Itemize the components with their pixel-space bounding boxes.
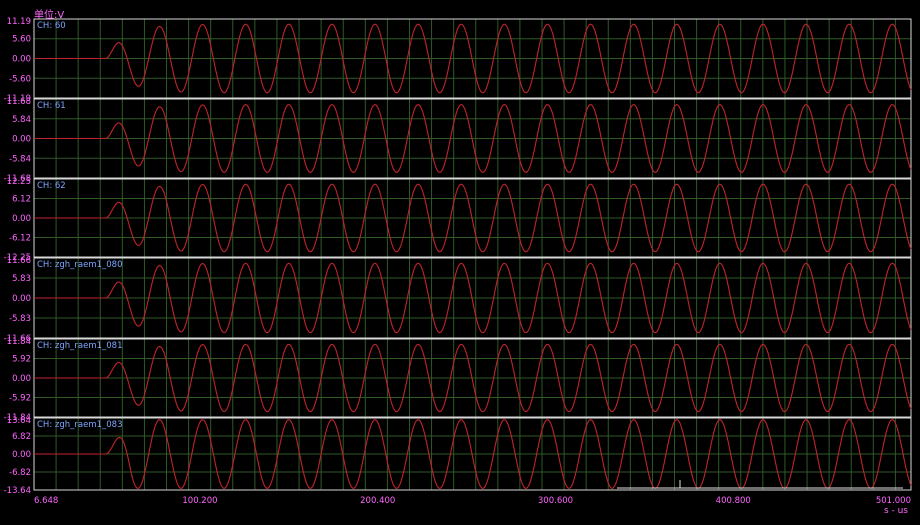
channel-panel[interactable]: 11.845.920.00-5.92-11.84CH: zgh_raem1_08… xyxy=(4,337,912,423)
x-tick-label: 200.400 xyxy=(360,496,395,506)
x-tick-label: 400.800 xyxy=(716,496,751,506)
y-tick-label: 0.00 xyxy=(12,55,31,65)
x-tick-label: 100.200 xyxy=(182,496,217,506)
channel-panel[interactable]: 12.256.120.00-6.12-12.25CH: 62 xyxy=(4,177,912,263)
channel-label: CH: zgh_raem1_080 xyxy=(37,260,122,270)
y-tick-label: 11.19 xyxy=(7,17,31,27)
channel-panel[interactable]: 11.685.840.00-5.84-11.68CH: 61 xyxy=(4,97,912,184)
x-tick-label: 300.600 xyxy=(538,496,573,506)
y-tick-label: 0.00 xyxy=(12,294,31,304)
y-tick-label: 11.66 xyxy=(7,256,31,266)
channel-label: CH: 60 xyxy=(37,21,66,31)
y-tick-label: 0.00 xyxy=(12,214,31,224)
y-tick-label: 5.92 xyxy=(12,355,31,365)
y-tick-label: 5.60 xyxy=(12,35,31,45)
x-axis-unit-label: s - us xyxy=(883,506,908,516)
waveform-plots[interactable]: 11.195.600.00-5.60-11.19CH: 6011.685.840… xyxy=(0,0,920,525)
y-tick-label: -13.64 xyxy=(4,486,31,496)
y-tick-label: 12.25 xyxy=(7,177,31,187)
y-tick-label: 13.64 xyxy=(7,416,31,426)
y-tick-label: 0.00 xyxy=(12,450,31,460)
y-tick-label: -5.83 xyxy=(9,314,31,324)
y-tick-label: 6.12 xyxy=(12,195,31,205)
channel-label: CH: 62 xyxy=(37,181,66,191)
channel-label: CH: 61 xyxy=(37,101,66,111)
y-tick-label: 6.82 xyxy=(12,432,31,442)
channel-label: CH: zgh_raem1_081 xyxy=(37,341,122,351)
x-tick-label: 6.648 xyxy=(34,496,58,506)
y-tick-label: 11.84 xyxy=(7,337,31,347)
y-tick-label: -5.84 xyxy=(9,154,31,164)
y-tick-label: 0.00 xyxy=(12,135,31,145)
channel-panel[interactable]: 13.64 6.82 0.00 -6.82 -13.64 CH: zgh_raem1_08… xyxy=(4,416,912,496)
x-tick-label: 501.000 xyxy=(876,496,911,506)
channel-panel[interactable]: 11.665.830.00-5.83-11.66CH: zgh_raem1_08… xyxy=(4,256,912,344)
y-tick-label: -5.92 xyxy=(9,394,31,404)
y-tick-label: 5.84 xyxy=(12,115,31,125)
y-tick-label: -6.12 xyxy=(9,233,31,243)
y-tick-label: 0.00 xyxy=(12,374,31,384)
channel-panel[interactable]: 11.195.600.00-5.60-11.19CH: 60 xyxy=(4,17,912,104)
y-tick-label: -6.82 xyxy=(9,468,31,478)
channel-label: CH: zgh_raem1_083 xyxy=(37,420,122,430)
y-tick-label: 5.83 xyxy=(12,274,31,284)
y-tick-label: -5.60 xyxy=(9,74,31,84)
y-tick-label: 11.68 xyxy=(7,97,31,107)
